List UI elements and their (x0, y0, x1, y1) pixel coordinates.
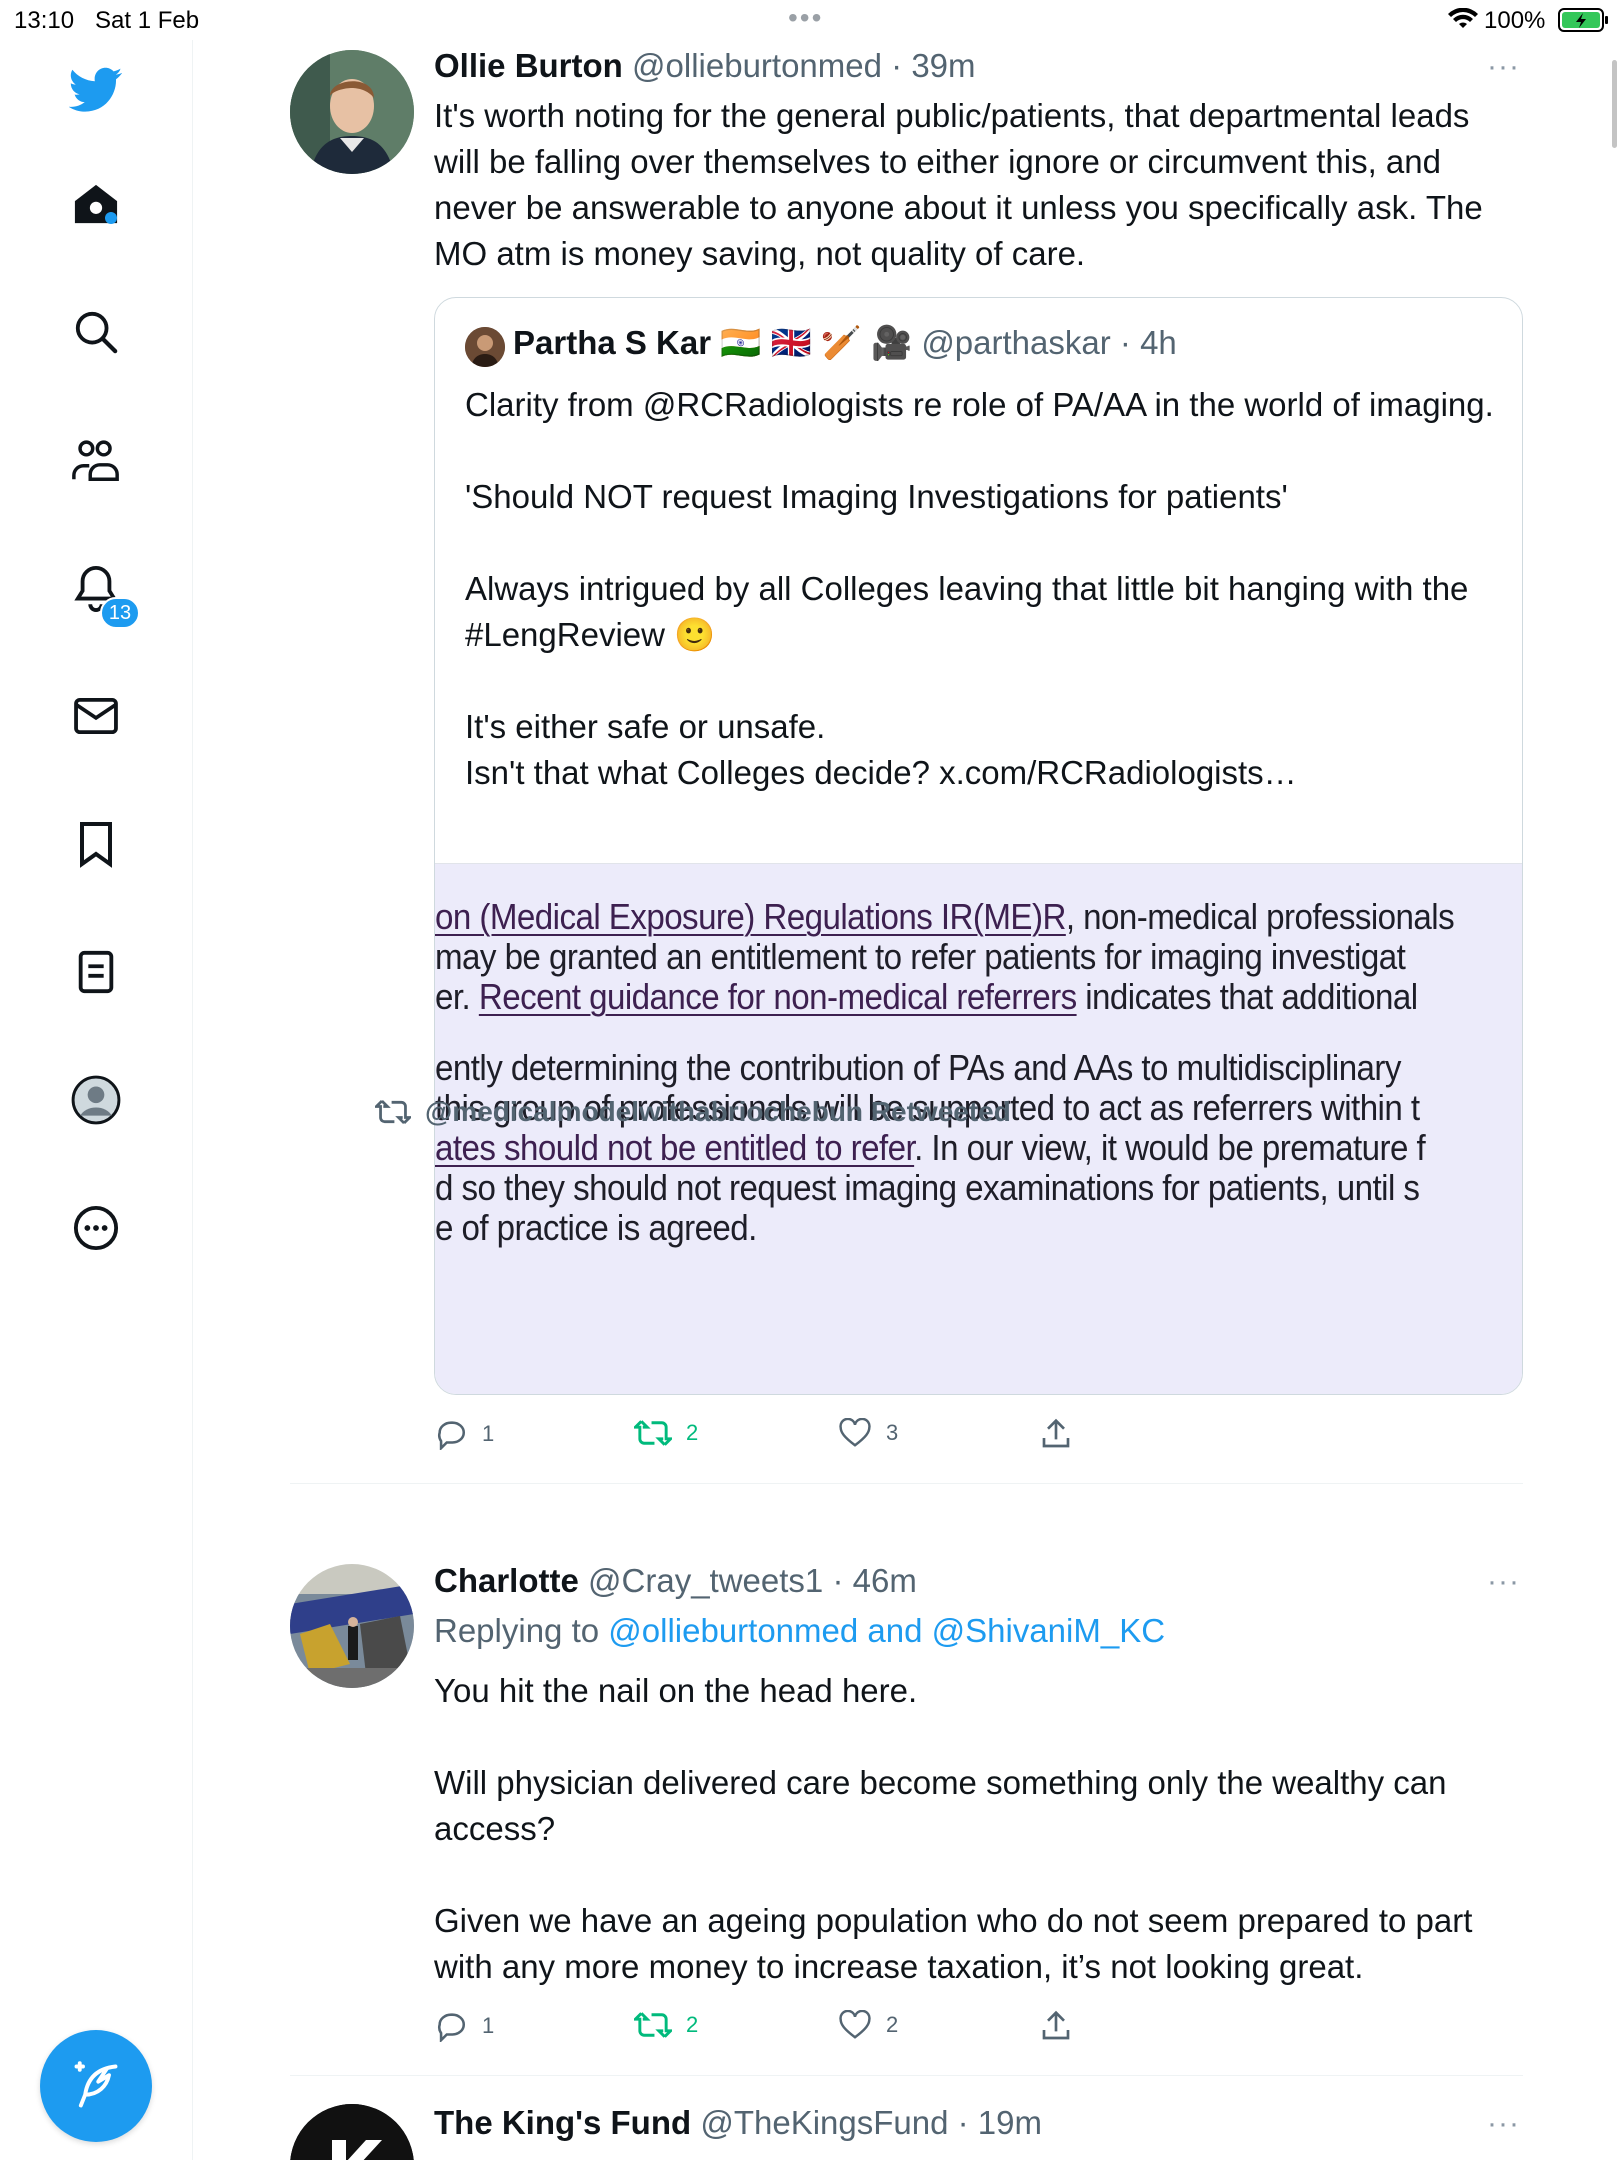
retweet-count: 2 (686, 1420, 699, 1445)
compose-tweet-button[interactable] (40, 2030, 152, 2142)
tweet-header: The King's Fund @TheKingsFund · 19m (434, 2104, 1042, 2142)
retweet-button[interactable]: 2 (634, 2010, 698, 2040)
retweeted-by-text[interactable]: @medicalmodelwithabriochebun Retweeted (425, 1096, 1011, 1128)
quoted-author-name: Partha S Kar (513, 324, 712, 361)
like-count: 3 (886, 1420, 899, 1445)
document-line: er. Recent guidance for non-medical refe… (435, 976, 1418, 1017)
author-handle[interactable]: @TheKingsFund (700, 2104, 948, 2141)
status-time: 13:10 (14, 7, 75, 34)
tweet-time[interactable]: · 46m (832, 1562, 916, 1599)
quoted-tweet[interactable]: Partha S Kar 🇮🇳 🇬🇧 🏏 🎥 @parthaskar · 4h … (434, 297, 1523, 1395)
document-line: ates should not be entitled to refer. In… (435, 1127, 1426, 1168)
reply-button[interactable]: 1 (434, 1418, 494, 1450)
status-date: Sat 1 Feb (95, 7, 200, 34)
document-line: d so they should not request imaging exa… (435, 1167, 1420, 1208)
status-bar: 13:10 Sat 1 Feb ••• 100% (0, 0, 1620, 40)
like-button[interactable]: 3 (838, 1418, 898, 1448)
author-handle[interactable]: @ollieburtonmed (632, 47, 882, 84)
document-line: ently determining the contribution of PA… (435, 1047, 1401, 1088)
home-icon[interactable] (66, 174, 126, 234)
document-line: e of practice is agreed. (435, 1207, 757, 1248)
lists-icon[interactable] (66, 942, 126, 1002)
document-line: on (Medical Exposure) Regulations IR(ME)… (435, 896, 1455, 937)
tweet-divider (290, 1483, 1523, 1484)
share-icon[interactable] (1040, 2010, 1072, 2042)
battery-icon (1558, 8, 1610, 39)
notifications-badge: 13 (100, 597, 140, 629)
multitasking-dots-icon[interactable]: ••• (788, 2, 823, 34)
author-name[interactable]: Charlotte (434, 1562, 579, 1599)
communities-icon[interactable] (66, 430, 126, 490)
battery-percent: 100% (1484, 7, 1546, 34)
reply-count: 1 (482, 1421, 495, 1446)
tweet-text: It's worth noting for the general public… (434, 97, 1492, 272)
sidebar-nav: 13 (0, 40, 193, 2160)
reply-button[interactable]: 1 (434, 2010, 494, 2042)
avatar[interactable] (290, 1564, 414, 1688)
author-handle[interactable]: @Cray_tweets1 (588, 1562, 823, 1599)
tweet-time[interactable]: · 39m (891, 47, 975, 84)
avatar[interactable] (290, 2104, 414, 2160)
scrollbar[interactable] (1612, 60, 1617, 148)
wifi-icon (1448, 7, 1478, 37)
retweeted-by-label: @medicalmodelwithabriochebun Retweeted (375, 1096, 1011, 1128)
search-icon[interactable] (66, 302, 126, 362)
document-line: may be granted an entitlement to refer p… (435, 936, 1406, 977)
tweet-header: Charlotte @Cray_tweets1 · 46m (434, 1562, 917, 1600)
quoted-author-handle: @parthaskar (921, 324, 1111, 361)
replying-to-handles[interactable]: @ollieburtonmed and @ShivaniM_KC (608, 1612, 1165, 1649)
tweet-text: You hit the nail on the head here. Will … (434, 1672, 1473, 1985)
tweet-more-icon[interactable]: ··· (1487, 1565, 1520, 1599)
messages-envelope-icon[interactable] (66, 686, 126, 746)
replying-to-prefix: Replying to (434, 1612, 609, 1649)
tweet-header: Ollie Burton @ollieburtonmed · 39m (434, 47, 976, 85)
author-name[interactable]: Ollie Burton (434, 47, 623, 84)
avatar[interactable] (290, 50, 414, 174)
more-options-circle-icon[interactable] (66, 1198, 126, 1258)
quoted-document-image[interactable]: on (Medical Exposure) Regulations IR(ME)… (435, 863, 1522, 1394)
home-unread-dot (105, 212, 117, 224)
quoted-header: Partha S Kar 🇮🇳 🇬🇧 🏏 🎥 @parthaskar · 4h (513, 324, 1177, 363)
author-name[interactable]: The King's Fund (434, 2104, 691, 2141)
quoted-tweet-text: Clarity from @RCRadiologists re role of … (465, 386, 1494, 791)
retweet-icon (375, 1099, 411, 1125)
retweet-count: 2 (686, 2012, 699, 2037)
tweet-divider (290, 2075, 1523, 2076)
like-button[interactable]: 2 (838, 2010, 898, 2040)
quoted-avatar (465, 327, 505, 367)
tweet-more-icon[interactable]: ··· (1487, 2107, 1520, 2141)
retweet-button[interactable]: 2 (634, 1418, 698, 1448)
like-count: 2 (886, 2012, 899, 2037)
tweet-more-icon[interactable]: ··· (1487, 50, 1520, 84)
bookmarks-icon[interactable] (66, 814, 126, 874)
replying-to: Replying to @ollieburtonmed and @Shivani… (434, 1612, 1165, 1650)
quoted-tweet-time: · 4h (1119, 324, 1177, 361)
tweet-time[interactable]: · 19m (958, 2104, 1042, 2141)
quoted-author-flags: 🇮🇳 🇬🇧 🏏 🎥 (720, 324, 913, 361)
profile-avatar-icon[interactable] (66, 1070, 126, 1130)
twitter-logo-icon[interactable] (66, 60, 126, 120)
share-icon[interactable] (1040, 1418, 1072, 1450)
reply-count: 1 (482, 2013, 495, 2038)
